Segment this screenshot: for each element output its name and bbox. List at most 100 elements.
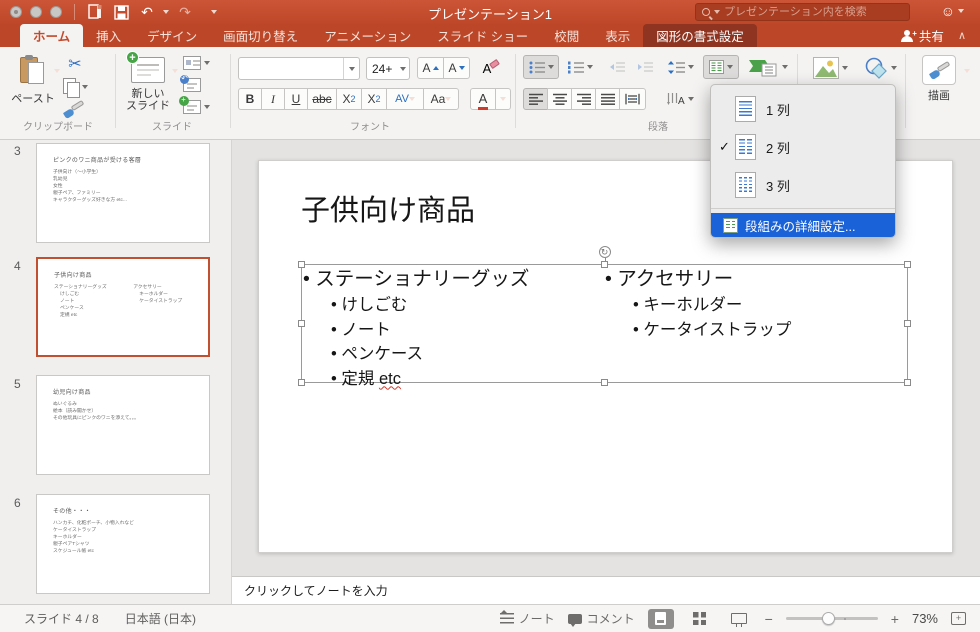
thumbnail-slide-5[interactable]: 幼児向け商品 ぬいぐるみ 絵本（読み聞かせ） その他玩具にピンクのワニを添えて。…: [36, 375, 210, 475]
tab-transitions[interactable]: 画面切り替え: [210, 24, 311, 47]
menu-item-column-settings[interactable]: 段組みの詳細設定...: [711, 213, 895, 237]
save-icon[interactable]: [111, 2, 131, 22]
character-spacing-button[interactable]: AV: [386, 88, 424, 110]
clear-formatting-button[interactable]: A: [472, 57, 502, 79]
search-input[interactable]: [724, 6, 884, 18]
font-color-button[interactable]: A: [470, 88, 496, 110]
bold-button[interactable]: B: [238, 88, 262, 110]
zoom-slider[interactable]: [785, 611, 878, 625]
feedback-control[interactable]: ☺: [941, 3, 964, 19]
bullets-button[interactable]: [523, 55, 559, 79]
thumbnail-slide-4-selected[interactable]: 子供向け商品 ステーショナリーグッズ けしごむ ノート ペンケース 定規 etc…: [36, 257, 210, 357]
slide-title[interactable]: 子供向け商品: [301, 187, 475, 229]
font-name-combo[interactable]: [238, 57, 360, 80]
slide-layout-button[interactable]: [178, 53, 214, 73]
share-button[interactable]: + 共有: [900, 26, 944, 45]
tab-home[interactable]: ホーム: [20, 24, 84, 47]
shrink-font-button[interactable]: A: [443, 57, 470, 79]
language-indicator[interactable]: 日本語 (日本): [125, 610, 196, 627]
spacing-caret[interactable]: [408, 97, 415, 101]
italic-button[interactable]: I: [261, 88, 285, 110]
font-size-caret[interactable]: [400, 66, 407, 71]
smartart-caret[interactable]: [781, 65, 788, 69]
collapse-ribbon-icon[interactable]: ∧: [958, 29, 966, 42]
fit-slide-to-window-button[interactable]: +: [951, 612, 966, 625]
font-name-caret[interactable]: [348, 66, 355, 71]
notes-pane[interactable]: クリックしてノートを入力: [232, 576, 980, 604]
new-presentation-icon[interactable]: [85, 2, 105, 22]
font-color-caret-button[interactable]: [495, 88, 511, 110]
underline-button[interactable]: U: [284, 88, 308, 110]
justify-button[interactable]: [595, 88, 620, 110]
menu-item-three-columns[interactable]: 3 列: [711, 166, 895, 204]
insert-shape-button[interactable]: [858, 53, 902, 83]
tab-animations[interactable]: アニメーション: [311, 24, 424, 47]
copy-button[interactable]: [58, 76, 92, 98]
tab-slideshow[interactable]: スライド ショー: [424, 24, 541, 47]
zoom-slider-knob[interactable]: [821, 611, 835, 625]
slide-body-text[interactable]: • ステーショナリーグッズ • けしごむ • ノート • ペンケース • 定規 …: [303, 266, 907, 391]
copy-dropdown-caret[interactable]: [81, 85, 88, 89]
numbering-caret[interactable]: [586, 65, 593, 69]
thumbnail-slide-6[interactable]: その他・・・ ハンカチ、化粧ポーチ、小物入れなど ケータイストラップ キーホルダ…: [36, 494, 210, 594]
insert-picture-button[interactable]: [806, 53, 854, 83]
slide-sorter-view-button[interactable]: [687, 609, 713, 629]
normal-view-button[interactable]: [647, 608, 674, 629]
bullets-caret[interactable]: [547, 65, 554, 69]
paste-dropdown-caret[interactable]: [54, 69, 60, 73]
layout-dropdown-caret[interactable]: [203, 61, 210, 65]
line-spacing-caret[interactable]: [688, 65, 694, 69]
align-center-button[interactable]: [547, 88, 572, 110]
numbering-button[interactable]: [562, 55, 598, 79]
tab-design[interactable]: デザイン: [134, 24, 210, 47]
superscript-button[interactable]: X2: [336, 88, 362, 110]
tab-insert[interactable]: 挿入: [83, 24, 134, 47]
line-spacing-button[interactable]: [662, 55, 700, 79]
section-button[interactable]: +: [178, 96, 214, 117]
align-left-button[interactable]: [523, 88, 548, 110]
toolbar-options-caret[interactable]: [211, 10, 217, 14]
shapes-caret[interactable]: [890, 66, 897, 70]
search-scope-caret[interactable]: [714, 10, 720, 14]
picture-caret[interactable]: [841, 66, 848, 70]
thumbnail-slide-3[interactable]: ピンクのワニ商品が受ける客層 子供向け（〜小学生） 乳幼児 女性 親子ペア、ファ…: [36, 143, 210, 243]
search-box[interactable]: [695, 3, 910, 21]
draw-caret[interactable]: [964, 69, 970, 73]
text-direction-button[interactable]: A: [660, 88, 700, 110]
tab-view[interactable]: 表示: [592, 24, 643, 47]
cut-button[interactable]: ✂: [62, 53, 88, 75]
align-right-button[interactable]: [571, 88, 596, 110]
subscript-button[interactable]: X2: [361, 88, 387, 110]
slideshow-view-button[interactable]: [726, 609, 752, 629]
notes-toggle[interactable]: ノート: [499, 610, 555, 627]
reset-slide-button[interactable]: ↶: [178, 75, 206, 95]
columns-caret[interactable]: [727, 65, 733, 69]
convert-smartart-button[interactable]: [745, 53, 791, 81]
undo-dropdown-caret[interactable]: [163, 10, 169, 14]
zoom-level[interactable]: 73%: [912, 611, 938, 626]
case-caret[interactable]: [445, 97, 452, 101]
new-slide-button[interactable]: + 新しい スライド: [126, 51, 178, 112]
font-size-combo[interactable]: 24+: [366, 57, 410, 80]
grow-font-button[interactable]: A: [417, 57, 444, 79]
rotation-handle[interactable]: ↻: [598, 246, 611, 258]
comments-toggle[interactable]: コメント: [567, 610, 635, 627]
close-window-button[interactable]: [10, 6, 22, 18]
menu-item-two-columns[interactable]: ✓ 2 列: [711, 128, 895, 166]
menu-item-one-column[interactable]: 1 列: [711, 90, 895, 128]
zoom-in-button[interactable]: +: [891, 611, 899, 627]
zoom-window-button[interactable]: [50, 6, 62, 18]
minimize-window-button[interactable]: [30, 6, 42, 18]
undo-icon[interactable]: ↶: [137, 2, 157, 22]
strikethrough-button[interactable]: abc: [307, 88, 337, 110]
text-direction-caret[interactable]: [687, 97, 694, 101]
tab-review[interactable]: 校閲: [541, 24, 592, 47]
distribute-text-button[interactable]: [619, 88, 646, 110]
section-dropdown-caret[interactable]: [203, 105, 210, 109]
change-case-button[interactable]: Aa: [423, 88, 459, 110]
columns-button[interactable]: [703, 55, 739, 79]
zoom-out-button[interactable]: −: [765, 611, 773, 627]
draw-button[interactable]: 描画: [916, 55, 970, 102]
paste-button[interactable]: ペースト: [10, 55, 60, 105]
tab-shape-format[interactable]: 図形の書式設定: [643, 24, 757, 47]
